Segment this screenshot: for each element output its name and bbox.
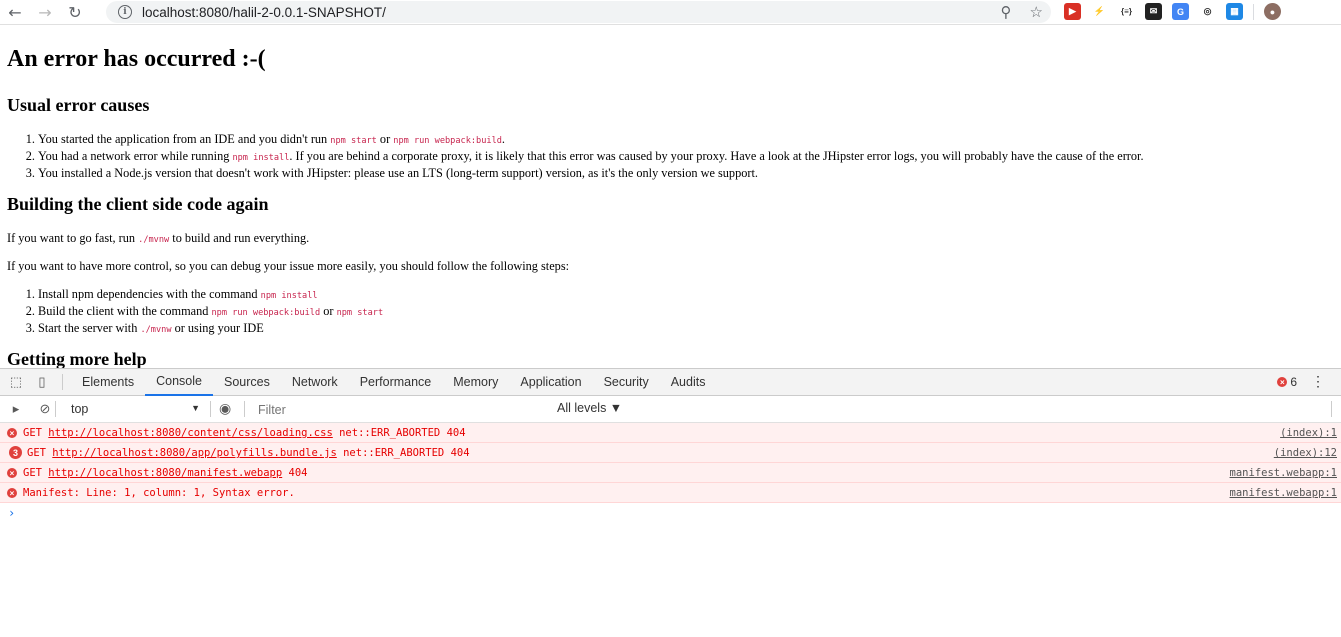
console-error-row: 3 GET http://localhost:8080/app/polyfill… xyxy=(0,443,1341,463)
avatar[interactable]: ● xyxy=(1264,3,1281,20)
console-error-row: × Manifest: Line: 1, column: 1, Syntax e… xyxy=(0,483,1341,503)
divider xyxy=(1331,401,1332,417)
console-error-row: × GET http://localhost:8080/manifest.web… xyxy=(0,463,1341,483)
causes-list: You started the application from an IDE … xyxy=(0,132,1144,181)
log-levels-select[interactable]: All levels ▼ xyxy=(557,401,622,415)
console-error-row: × GET http://localhost:8080/content/css/… xyxy=(0,423,1341,443)
source-link[interactable]: (index):12 xyxy=(1274,447,1337,459)
console-prompt[interactable]: › xyxy=(8,506,15,520)
error-icon: × xyxy=(7,488,17,498)
back-button[interactable]: ← xyxy=(0,0,30,25)
clear-console-icon[interactable]: ⊘ xyxy=(37,401,53,417)
tab-performance[interactable]: Performance xyxy=(349,369,443,396)
translate-icon[interactable]: G xyxy=(1172,3,1189,20)
list-item: You installed a Node.js version that doe… xyxy=(38,166,1144,181)
reload-button[interactable]: ↻ xyxy=(60,0,90,25)
devtools-tabbar: ⬚ ▯ Elements Console Sources Network Per… xyxy=(0,369,1341,396)
context-select[interactable]: top ▼ xyxy=(68,399,206,419)
bookmark-star-icon[interactable]: ☆ xyxy=(1030,3,1043,21)
extension-icon[interactable]: {≡} xyxy=(1118,3,1135,20)
filter-input[interactable] xyxy=(252,399,550,420)
list-item: You had a network error while running np… xyxy=(38,149,1144,166)
console-messages: × GET http://localhost:8080/content/css/… xyxy=(0,423,1341,503)
divider xyxy=(244,401,245,417)
extension-icon[interactable]: ✉ xyxy=(1145,3,1162,20)
divider xyxy=(1253,3,1254,20)
source-link[interactable]: manifest.webapp:1 xyxy=(1230,467,1337,479)
request-link[interactable]: http://localhost:8080/app/polyfills.bund… xyxy=(52,447,336,459)
tab-network[interactable]: Network xyxy=(281,369,349,396)
eye-icon[interactable]: ◉ xyxy=(219,400,231,417)
console-toolbar: ▸ ⊘ top ▼ ◉ All levels ▼ xyxy=(0,396,1341,423)
arrow-right-icon: → xyxy=(38,2,52,22)
more-options-icon[interactable]: ⋮ xyxy=(1311,373,1325,390)
list-item: Start the server with ./mvnw or using yo… xyxy=(38,321,383,338)
divider xyxy=(210,401,211,417)
reload-icon: ↻ xyxy=(68,2,82,22)
info-icon[interactable]: i xyxy=(118,5,132,19)
extension-icon[interactable]: ⚡ xyxy=(1091,3,1108,20)
tab-application[interactable]: Application xyxy=(509,369,592,396)
arrow-left-icon: ← xyxy=(8,2,22,22)
device-toolbar-icon[interactable]: ▯ xyxy=(34,374,50,390)
help-heading: Getting more help xyxy=(7,349,147,368)
list-item: Build the client with the command npm ru… xyxy=(38,304,383,321)
error-counter[interactable]: × 6 xyxy=(1277,375,1297,389)
error-icon: × xyxy=(1277,377,1288,387)
divider xyxy=(55,401,56,417)
address-bar[interactable]: i localhost:8080/halil-2-0.0.1-SNAPSHOT/… xyxy=(106,1,1051,23)
tab-sources[interactable]: Sources xyxy=(213,369,281,396)
request-link[interactable]: http://localhost:8080/content/css/loadin… xyxy=(48,427,332,439)
inspect-element-icon[interactable]: ⬚ xyxy=(8,374,24,390)
extension-icon[interactable]: ◎ xyxy=(1199,3,1216,20)
divider xyxy=(62,374,63,390)
source-link[interactable]: (index):1 xyxy=(1280,427,1337,439)
tab-console[interactable]: Console xyxy=(145,369,213,396)
source-link[interactable]: manifest.webapp:1 xyxy=(1230,487,1337,499)
forward-button[interactable]: → xyxy=(30,0,60,25)
steps-list: Install npm dependencies with the comman… xyxy=(0,287,383,338)
list-item: Install npm dependencies with the comman… xyxy=(38,287,383,304)
extensions-bar: ▶ ⚡ {≡} ✉ G ◎ ▦ ● xyxy=(1064,3,1281,20)
browser-toolbar: ← → ↻ i localhost:8080/halil-2-0.0.1-SNA… xyxy=(0,0,1341,25)
control-text: If you want to have more control, so you… xyxy=(7,259,570,273)
devtools-panel: ⬚ ▯ Elements Console Sources Network Per… xyxy=(0,368,1341,637)
url-text[interactable]: localhost:8080/halil-2-0.0.1-SNAPSHOT/ xyxy=(142,5,386,20)
tab-elements[interactable]: Elements xyxy=(71,369,145,396)
building-heading: Building the client side code again xyxy=(7,194,269,214)
error-icon: × xyxy=(7,468,17,478)
causes-heading: Usual error causes xyxy=(7,95,150,115)
page-title: An error has occurred :-( xyxy=(7,46,266,72)
extension-icon[interactable]: ▶ xyxy=(1064,3,1081,20)
caret-down-icon: ▼ xyxy=(191,403,200,413)
tab-memory[interactable]: Memory xyxy=(442,369,509,396)
tab-security[interactable]: Security xyxy=(593,369,660,396)
sidebar-toggle-icon[interactable]: ▸ xyxy=(8,401,24,417)
extension-icon[interactable]: ▦ xyxy=(1226,3,1243,20)
fast-text: If you want to go fast, run ./mvnw to bu… xyxy=(7,231,310,245)
repeat-count-badge: 3 xyxy=(9,446,22,459)
error-icon: × xyxy=(7,428,17,438)
page-content: An error has occurred :-( Usual error ca… xyxy=(0,26,1341,368)
tab-audits[interactable]: Audits xyxy=(660,369,717,396)
zoom-icon[interactable]: ⚲ xyxy=(1001,3,1012,21)
request-link[interactable]: http://localhost:8080/manifest.webapp xyxy=(48,467,282,479)
list-item: You started the application from an IDE … xyxy=(38,132,1144,149)
